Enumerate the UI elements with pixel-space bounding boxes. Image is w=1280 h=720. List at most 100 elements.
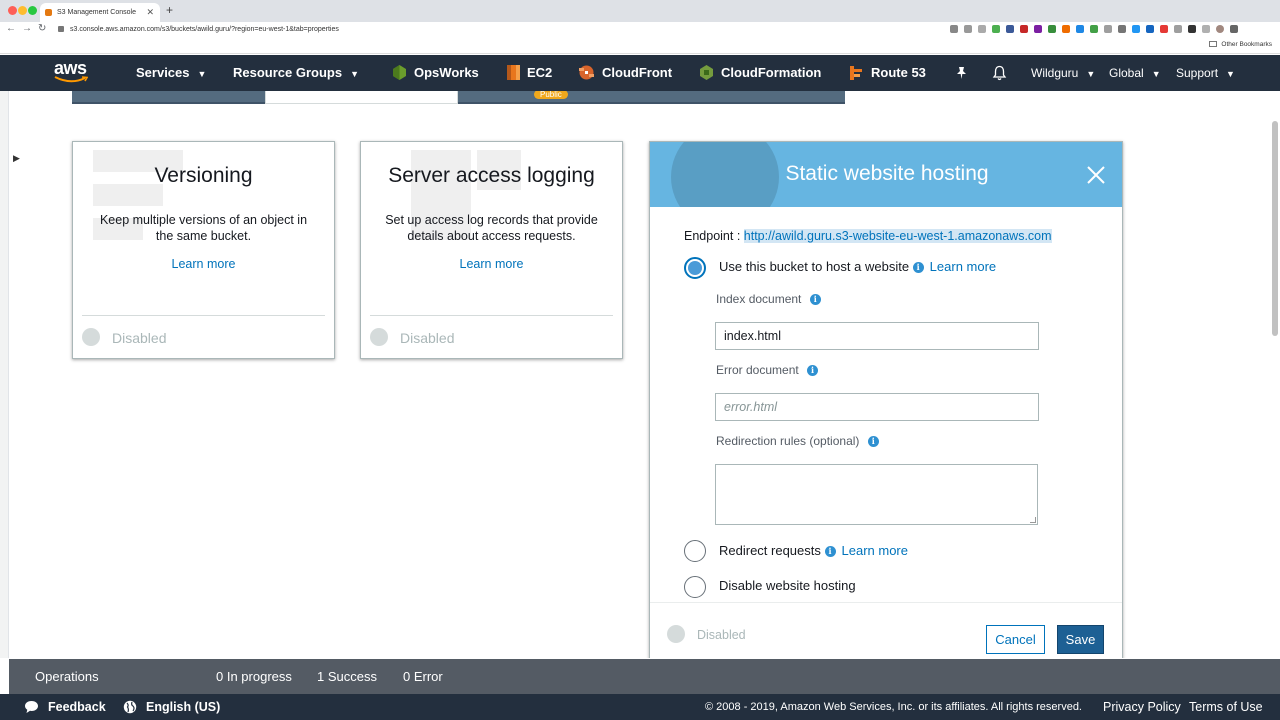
forward-arrow-icon[interactable]: → bbox=[22, 23, 32, 34]
extension-icon[interactable] bbox=[1034, 25, 1042, 33]
extension-icon[interactable] bbox=[1118, 25, 1126, 33]
disable-hosting-radio[interactable] bbox=[684, 576, 706, 598]
save-button[interactable]: Save bbox=[1057, 625, 1104, 654]
learn-more-link[interactable]: Learn more bbox=[73, 257, 334, 271]
region-menu[interactable]: Global ▼ bbox=[1109, 55, 1161, 91]
close-icon[interactable] bbox=[1085, 164, 1107, 186]
route53-shortcut[interactable]: Route 53 bbox=[871, 55, 926, 91]
tab-overview[interactable] bbox=[72, 91, 265, 104]
extension-icon[interactable] bbox=[1090, 25, 1098, 33]
info-icon[interactable]: i bbox=[867, 436, 879, 447]
back-arrow-icon[interactable]: ← bbox=[6, 23, 16, 34]
extension-icon[interactable] bbox=[1132, 25, 1140, 33]
chevron-down-icon: ▼ bbox=[1226, 69, 1235, 79]
info-icon[interactable]: i bbox=[807, 365, 819, 376]
endpoint-link[interactable]: http://awild.guru.s3-website-eu-west-1.a… bbox=[743, 229, 1052, 243]
tab-properties[interactable] bbox=[265, 91, 458, 104]
language-selector[interactable]: English (US) bbox=[146, 694, 220, 720]
redirection-rules-label: Redirection rules (optional) i bbox=[716, 434, 879, 448]
cloudfront-icon bbox=[579, 65, 594, 80]
extension-icon[interactable] bbox=[1076, 25, 1084, 33]
host-website-radio[interactable] bbox=[684, 257, 706, 279]
extension-icon[interactable] bbox=[992, 25, 1000, 33]
extension-icon[interactable] bbox=[1160, 25, 1168, 33]
extension-icon[interactable] bbox=[1062, 25, 1070, 33]
privacy-policy-link[interactable]: Privacy Policy bbox=[1103, 694, 1181, 720]
cloudformation-shortcut[interactable]: CloudFormation bbox=[721, 55, 821, 91]
extension-icon[interactable] bbox=[1020, 25, 1028, 33]
extension-icon[interactable] bbox=[1048, 25, 1056, 33]
extension-icon[interactable] bbox=[1174, 25, 1182, 33]
chevron-down-icon: ▼ bbox=[350, 69, 360, 79]
aws-logo[interactable]: aws bbox=[54, 59, 90, 87]
services-menu[interactable]: Services ▼ bbox=[136, 55, 206, 91]
info-icon[interactable]: i bbox=[912, 262, 924, 273]
address-bar[interactable]: s3.console.aws.amazon.com/s3/buckets/awi… bbox=[58, 24, 968, 36]
terms-of-use-link[interactable]: Terms of Use bbox=[1189, 694, 1263, 720]
resource-groups-menu[interactable]: Resource Groups ▼ bbox=[233, 55, 359, 91]
panel-footer-divider bbox=[650, 602, 1122, 603]
extension-icon[interactable] bbox=[1188, 25, 1196, 33]
bucket-properties-page: ▶ Public Versioning Keep multiple versio… bbox=[0, 91, 1280, 658]
redirect-requests-radio[interactable] bbox=[684, 540, 706, 562]
server-access-logging-card[interactable]: Server access logging Set up access log … bbox=[360, 141, 623, 359]
redirection-rules-textarea[interactable] bbox=[715, 464, 1038, 525]
tab-close-icon[interactable]: ✕ bbox=[146, 3, 154, 22]
page-scrollbar[interactable] bbox=[1272, 121, 1278, 336]
new-tab-button[interactable]: + bbox=[166, 3, 173, 17]
tab-management[interactable] bbox=[651, 91, 845, 104]
endpoint-row: Endpoint : http://awild.guru.s3-website-… bbox=[684, 229, 1052, 243]
extension-icon[interactable] bbox=[1104, 25, 1112, 33]
learn-more-link[interactable]: Learn more bbox=[930, 259, 996, 274]
learn-more-link[interactable]: Learn more bbox=[361, 257, 622, 271]
aws-smile-icon bbox=[54, 76, 88, 83]
index-document-input[interactable]: index.html bbox=[715, 322, 1039, 350]
error-document-input[interactable]: error.html bbox=[715, 393, 1039, 421]
zoom-icon[interactable] bbox=[950, 25, 958, 33]
extension-icon[interactable] bbox=[1006, 25, 1014, 33]
host-website-option[interactable]: Use this bucket to host a website i Learn… bbox=[719, 259, 996, 274]
cloudfront-shortcut[interactable]: CloudFront bbox=[602, 55, 672, 91]
versioning-card[interactable]: Versioning Keep multiple versions of an … bbox=[72, 141, 335, 359]
extension-icon[interactable] bbox=[1202, 25, 1210, 33]
reload-icon[interactable]: ↻ bbox=[38, 23, 46, 34]
profile-avatar[interactable] bbox=[1216, 25, 1224, 33]
window-close-button[interactable] bbox=[8, 6, 17, 15]
extension-icon[interactable] bbox=[1146, 25, 1154, 33]
window-zoom-button[interactable] bbox=[28, 6, 37, 15]
expand-sidebar-icon[interactable]: ▶ bbox=[13, 153, 20, 164]
browser-tab[interactable]: S3 Management Console ✕ bbox=[40, 3, 160, 22]
resize-handle-icon[interactable] bbox=[1030, 517, 1036, 523]
cancel-button[interactable]: Cancel bbox=[986, 625, 1045, 654]
bell-icon[interactable] bbox=[992, 65, 1007, 81]
menu-icon[interactable] bbox=[1230, 25, 1238, 33]
star-icon[interactable] bbox=[964, 25, 972, 33]
info-icon[interactable]: i bbox=[824, 546, 836, 557]
aws-top-nav: aws Services ▼ Resource Groups ▼ OpsWorks … bbox=[0, 55, 1280, 91]
window-minimize-button[interactable] bbox=[18, 6, 27, 15]
chevron-down-icon: ▼ bbox=[1086, 69, 1096, 79]
learn-more-link[interactable]: Learn more bbox=[842, 543, 908, 558]
operations-bar[interactable]: Operations 0 In progress 1 Success 0 Err… bbox=[9, 659, 1280, 694]
info-icon[interactable]: i bbox=[809, 294, 821, 305]
feedback-link[interactable]: Feedback bbox=[48, 694, 106, 720]
ec2-shortcut[interactable]: EC2 bbox=[527, 55, 552, 91]
tab-permissions[interactable]: Public bbox=[458, 91, 651, 104]
pin-icon[interactable] bbox=[955, 66, 968, 80]
status-text: Disabled bbox=[112, 330, 167, 346]
status-text: Disabled bbox=[697, 628, 746, 642]
aws-favicon-icon bbox=[45, 9, 52, 16]
redirect-requests-option[interactable]: Redirect requests i Learn more bbox=[719, 543, 908, 558]
bookmarks-bar: Other Bookmarks bbox=[0, 38, 1280, 54]
disable-hosting-option[interactable]: Disable website hosting bbox=[719, 578, 856, 593]
extension-icon[interactable] bbox=[978, 25, 986, 33]
browser-tabstrip: S3 Management Console ✕ + bbox=[0, 0, 1280, 22]
lock-icon bbox=[58, 26, 64, 33]
support-menu[interactable]: Support ▼ bbox=[1176, 55, 1235, 91]
copyright-text: © 2008 - 2019, Amazon Web Services, Inc.… bbox=[705, 701, 1082, 713]
card-divider bbox=[370, 315, 613, 316]
globe-icon bbox=[123, 700, 137, 714]
other-bookmarks[interactable]: Other Bookmarks bbox=[1209, 41, 1272, 48]
account-menu[interactable]: Wildguru ▼ bbox=[1031, 55, 1095, 91]
opsworks-shortcut[interactable]: OpsWorks bbox=[414, 55, 479, 91]
